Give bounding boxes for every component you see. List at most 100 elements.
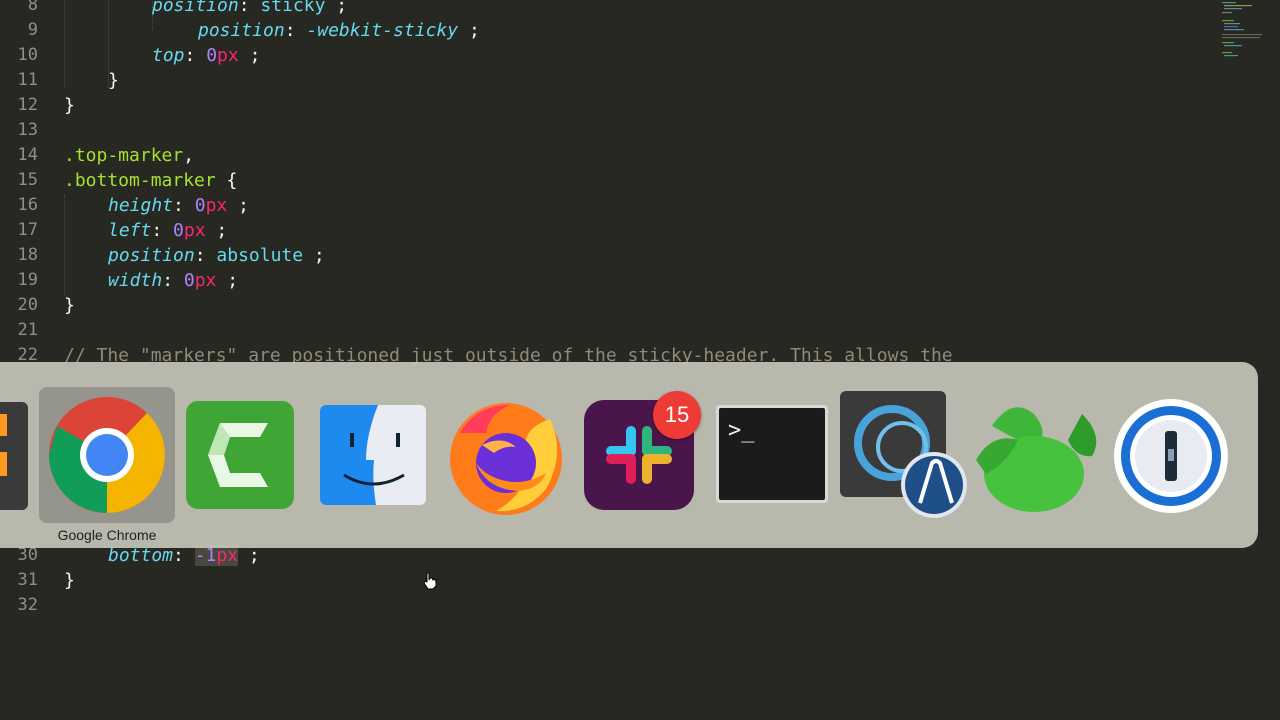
line-number: 13 xyxy=(17,120,38,140)
code-token: px xyxy=(205,195,228,216)
code-editor[interactable]: 8 position: sticky ; 9 position: -webkit-st… xyxy=(0,0,1280,720)
code-text: position: -webkit-sticky ; xyxy=(198,18,480,43)
line-number: 16 xyxy=(17,195,38,215)
code-text: } xyxy=(64,293,75,318)
code-token: position xyxy=(108,245,195,266)
line-number: 15 xyxy=(17,170,38,190)
code-token: } xyxy=(64,95,75,116)
code-text: .top-marker, xyxy=(64,143,194,168)
paw-icon[interactable] xyxy=(972,396,1104,514)
code-token: left xyxy=(108,220,152,241)
code-text: .bottom-marker { xyxy=(64,168,237,193)
selected-app-label: Google Chrome xyxy=(57,527,157,543)
code-token: height xyxy=(108,195,174,216)
code-token: : xyxy=(162,270,184,291)
code-token: absolute xyxy=(216,245,304,266)
code-line: 20} xyxy=(0,293,1210,318)
code-token: bottom xyxy=(108,545,174,566)
line-number: 11 xyxy=(17,70,38,90)
code-token: : xyxy=(151,220,174,241)
partial-app-icon[interactable] xyxy=(0,402,30,510)
code-token: ; xyxy=(227,195,249,216)
code-token: ; xyxy=(458,20,480,41)
code-text: position: absolute ; xyxy=(108,243,325,268)
cloud-app-icon[interactable] xyxy=(840,391,970,519)
code-text: position: sticky ; xyxy=(152,0,347,18)
code-line: 12} xyxy=(0,93,1210,118)
terminal-icon[interactable]: >_ xyxy=(716,405,828,503)
code-token: : xyxy=(238,0,261,16)
code-text: } xyxy=(64,568,75,593)
code-line: 19 width: 0px ; xyxy=(0,268,1210,293)
line-number: 31 xyxy=(17,570,38,590)
code-token: } xyxy=(64,570,75,591)
slack-notification-badge: 15 xyxy=(653,391,701,439)
code-text: } xyxy=(108,68,119,93)
code-token: px xyxy=(194,270,217,291)
code-token: px xyxy=(217,45,239,66)
code-token: ; xyxy=(216,270,239,291)
code-line: 9 position: -webkit-sticky ; xyxy=(0,18,1210,43)
code-token: ; xyxy=(325,0,348,16)
code-token: .bottom-marker xyxy=(64,170,216,191)
code-token: ; xyxy=(205,220,228,241)
line-number: 9 xyxy=(27,20,38,40)
code-line: 13 xyxy=(0,118,1210,143)
code-token: : xyxy=(173,195,195,216)
code-token: -webkit-sticky xyxy=(306,20,459,41)
line-number: 17 xyxy=(17,220,38,240)
code-token: sticky xyxy=(260,0,326,16)
code-text: top: 0px ; xyxy=(152,43,260,68)
code-token: } xyxy=(64,295,75,316)
code-line: 16 height: 0px ; xyxy=(0,193,1210,218)
code-token: 0 xyxy=(194,195,206,216)
code-line: 10 top: 0px ; xyxy=(0,43,1210,68)
code-token: , xyxy=(183,145,195,166)
code-token: -1 xyxy=(194,545,217,566)
code-text: width: 0px ; xyxy=(108,268,238,293)
code-line: 14 .top-marker, xyxy=(0,143,1210,168)
code-line: 31} xyxy=(0,568,1210,593)
line-number: 20 xyxy=(17,295,38,315)
code-line: 21 xyxy=(0,318,1210,343)
code-line: 17 left: 0px ; xyxy=(0,218,1210,243)
code-token: ; xyxy=(238,45,261,66)
code-line: 18 position: absolute ; xyxy=(0,243,1210,268)
line-number: 19 xyxy=(17,270,38,290)
camtasia-icon[interactable] xyxy=(186,401,294,509)
code-token: : xyxy=(194,245,217,266)
svg-text:>_: >_ xyxy=(728,418,755,443)
code-token: ; xyxy=(238,545,260,566)
line-number: 32 xyxy=(17,595,38,615)
code-line: 11} xyxy=(0,68,1210,93)
chrome-icon[interactable] xyxy=(46,394,168,516)
code-line: 15 .bottom-marker { xyxy=(0,168,1210,193)
code-token: : xyxy=(184,45,207,66)
code-line: 8 position: sticky ; xyxy=(0,0,1210,18)
line-number: 8 xyxy=(27,0,38,15)
code-token: { xyxy=(215,170,238,191)
code-token: px xyxy=(216,545,239,566)
code-token: 0 xyxy=(206,45,218,66)
line-number: 14 xyxy=(17,145,38,165)
code-text: } xyxy=(64,93,75,118)
code-token: 0 xyxy=(183,270,195,291)
code-token: : xyxy=(173,545,195,566)
code-text: left: 0px ; xyxy=(108,218,227,243)
line-number: 10 xyxy=(17,45,38,65)
code-token: .top-marker xyxy=(64,145,184,166)
code-token: 0 xyxy=(173,220,184,241)
code-token: position xyxy=(198,20,285,41)
line-number: 12 xyxy=(17,95,38,115)
minimap[interactable] xyxy=(1220,0,1280,70)
firefox-icon[interactable] xyxy=(446,393,568,517)
line-number: 21 xyxy=(17,320,38,340)
finder-icon[interactable] xyxy=(320,405,426,505)
code-token: ; xyxy=(303,245,325,266)
onepassword-icon[interactable] xyxy=(1112,397,1230,515)
code-line: 32 xyxy=(0,593,1210,618)
line-number: 18 xyxy=(17,245,38,265)
code-token: top xyxy=(152,45,185,66)
code-text: height: 0px ; xyxy=(108,193,249,218)
code-token: px xyxy=(183,220,206,241)
